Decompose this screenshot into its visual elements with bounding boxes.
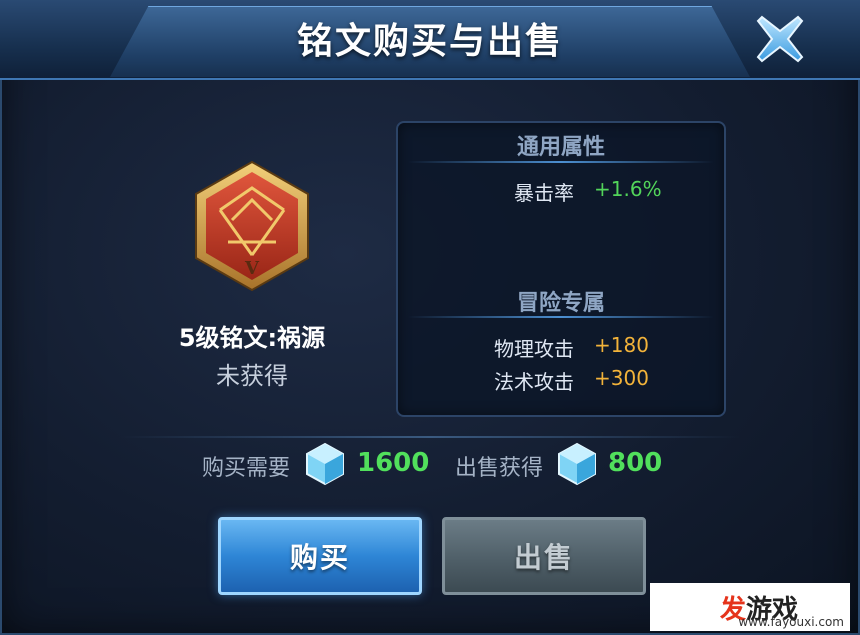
buy-cost-label: 购买需要 — [202, 456, 291, 481]
watermark: 发游戏 www.fayouxi.com — [650, 583, 850, 631]
attr-row-physical: 物理攻击 +180 — [398, 333, 724, 361]
buy-cost-value: 1600 — [357, 448, 430, 478]
divider — [120, 436, 740, 438]
attr-value: +1.6% — [594, 177, 662, 201]
close-button[interactable] — [746, 8, 814, 70]
section-title-general: 通用属性 — [516, 135, 605, 160]
item-status: 未获得 — [216, 362, 288, 390]
section-divider — [408, 161, 714, 163]
emblem-level-numeral: V — [244, 258, 260, 279]
inscription-emblem-icon: V — [195, 160, 309, 292]
sell-gain-value: 800 — [608, 448, 663, 478]
section-divider — [408, 316, 714, 318]
buy-button-label: 购买 — [289, 541, 350, 574]
sell-button[interactable]: 出售 — [442, 517, 646, 595]
attr-value: +180 — [594, 333, 649, 357]
section-title-adventure: 冒险专属 — [516, 291, 605, 316]
watermark-url: www.fayouxi.com — [738, 615, 844, 629]
sell-button-label: 出售 — [513, 541, 574, 574]
close-x-icon — [756, 15, 804, 63]
item-name: 5级铭文:祸源 — [178, 324, 326, 352]
attribute-panel: 通用属性 暴击率 +1.6% 冒险专属 物理攻击 +180 法术攻击 +300 — [396, 121, 726, 417]
attr-value: +300 — [594, 366, 649, 390]
attr-row-crit: 暴击率 +1.6% — [398, 177, 724, 205]
buy-button[interactable]: 购买 — [218, 517, 422, 595]
dialog-title: 铭文购买与出售 — [296, 21, 563, 62]
sell-gain-label: 出售获得 — [455, 456, 544, 481]
crystal-gem-icon — [306, 442, 344, 486]
attr-label: 物理攻击 — [494, 337, 574, 361]
crystal-gem-icon — [558, 442, 596, 486]
attr-row-magic: 法术攻击 +300 — [398, 366, 724, 394]
attr-label: 法术攻击 — [494, 370, 574, 394]
attr-label: 暴击率 — [514, 181, 574, 205]
